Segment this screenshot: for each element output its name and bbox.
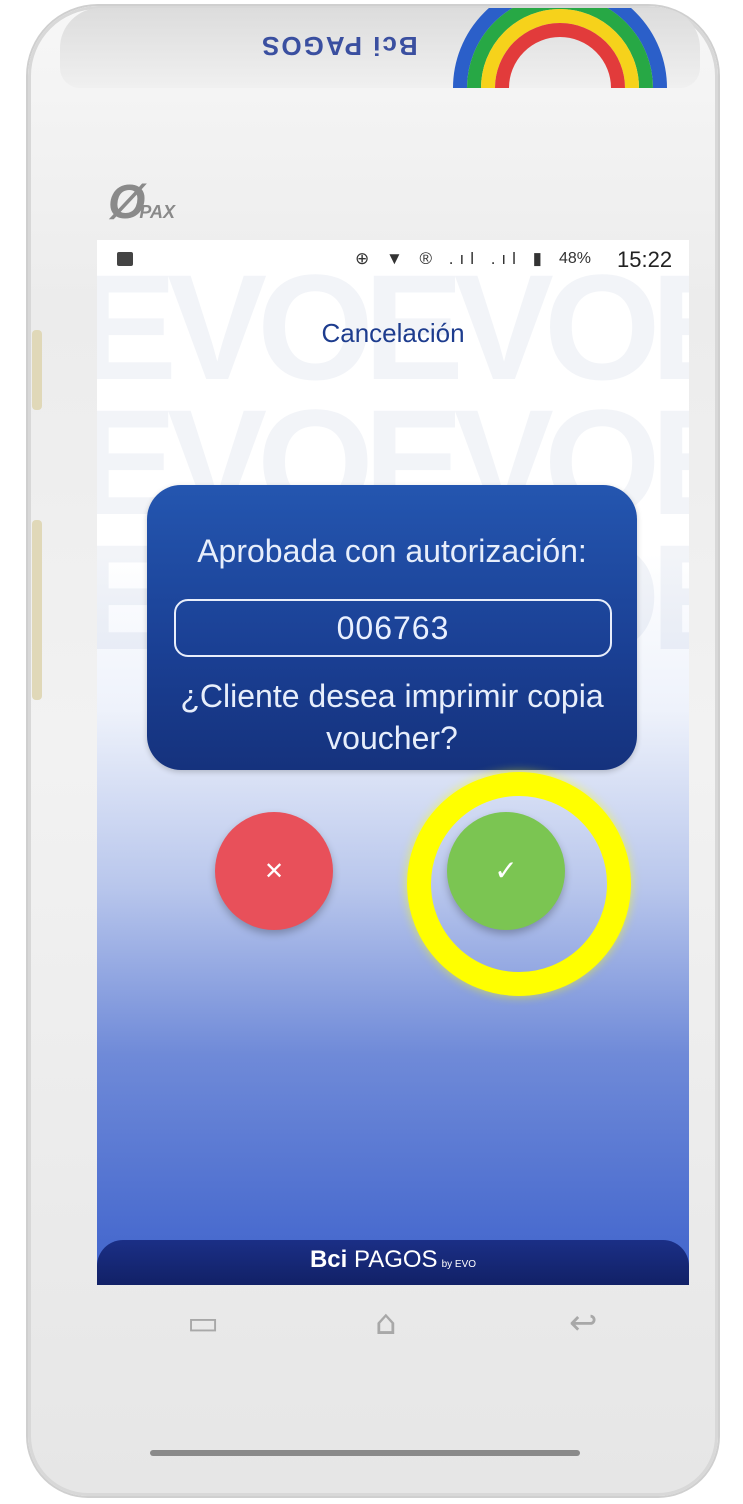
approval-message: Aprobada con autorización: [197, 533, 587, 569]
bci-pagos-footer: Bci PAGOS by EVO [97, 1240, 689, 1285]
image-icon [117, 252, 133, 266]
confirm-button[interactable]: ✓ [447, 812, 565, 930]
page-title: Cancelación [321, 318, 465, 348]
rainbow-stripes-graphic [453, 8, 667, 88]
back-icon[interactable]: ↩ [569, 1303, 598, 1343]
close-icon: ✕ [263, 857, 285, 885]
authorization-code: 006763 [174, 599, 612, 657]
top-brand-text: Bci PAGOS [260, 31, 418, 61]
status-icons: ⊕ ▼ ® .ıl .ıl ▮ [355, 249, 549, 268]
cancel-button[interactable]: ✕ [215, 812, 333, 930]
recent-apps-icon[interactable]: ▭ [187, 1303, 219, 1343]
side-key[interactable] [32, 520, 42, 700]
approval-dialog: Aprobada con autorización: 006763 ¿Clien… [147, 485, 637, 770]
pax-logo: ØPAX [108, 176, 176, 229]
terminal-top-label: Bci PAGOS [60, 8, 700, 88]
checkmark-icon: ✓ [494, 854, 518, 887]
print-copy-question: ¿Cliente desea imprimir copia voucher? [180, 678, 604, 756]
volume-key[interactable] [32, 330, 42, 410]
clock: 15:22 [617, 247, 673, 272]
home-icon[interactable]: ⌂ [375, 1303, 397, 1343]
android-nav-bar: ▭ ⌂ ↩ [97, 1285, 689, 1365]
footer-brand: Bci PAGOS by EVO [309, 1246, 477, 1273]
device-screen: EVOEVOE EVOEVOE EVOEVOE ⊕ ▼ ® .ıl .ıl ▮ … [97, 240, 689, 1285]
status-bar: ⊕ ▼ ® .ıl .ıl ▮ 48% 15:22 [97, 240, 689, 280]
battery-level: 48% [559, 250, 592, 267]
card-slot [150, 1450, 580, 1456]
